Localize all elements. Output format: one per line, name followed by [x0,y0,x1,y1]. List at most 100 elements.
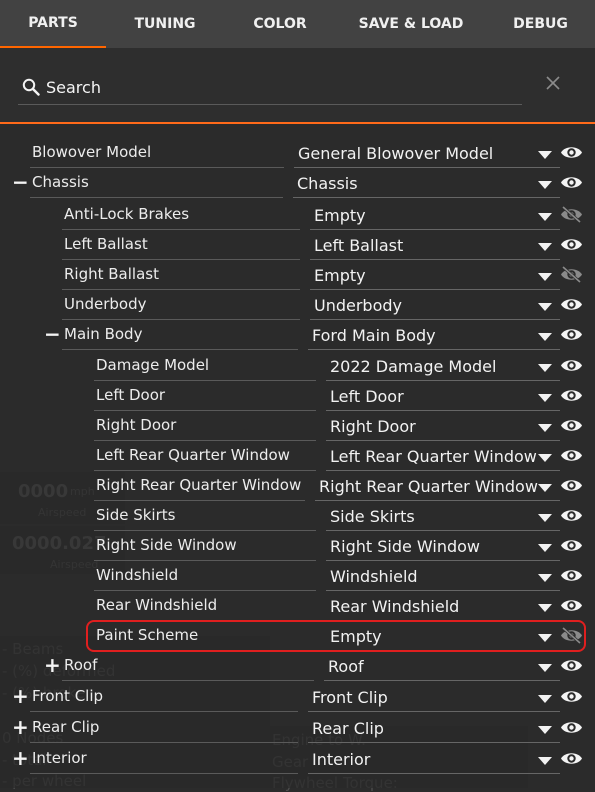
chevron-down-icon[interactable] [538,574,552,582]
eye-icon[interactable] [560,387,583,404]
chevron-down-icon[interactable] [538,213,552,221]
eye-icon[interactable] [560,688,583,705]
row-divider [62,680,314,681]
row-divider [62,349,298,350]
eye-icon[interactable] [560,597,583,614]
eye-icon[interactable] [560,144,583,161]
eye-icon[interactable] [560,326,583,343]
eye-icon[interactable] [560,567,583,584]
part-select[interactable]: Rear Clip [312,719,384,738]
chevron-down-icon[interactable] [538,424,552,432]
chevron-down-icon[interactable] [538,484,552,492]
select-underline [324,680,560,681]
chevron-down-icon[interactable] [538,544,552,552]
chevron-down-icon[interactable] [538,273,552,281]
eye-icon[interactable] [560,477,583,494]
eye-off-icon[interactable] [560,205,583,224]
part-select[interactable]: Right Door [330,417,416,436]
chevron-down-icon[interactable] [538,634,552,642]
chevron-down-icon[interactable] [538,303,552,311]
search-bar [0,48,595,124]
chevron-down-icon[interactable] [538,514,552,522]
part-select[interactable]: Side Skirts [330,507,415,526]
part-select[interactable]: Empty [314,206,366,225]
part-label: Right Rear Quarter Window [96,476,302,494]
part-select[interactable]: Right Side Window [330,537,480,556]
part-select[interactable]: Rear Windshield [330,597,459,616]
part-label: Rear Windshield [96,596,218,614]
part-label: Left Rear Quarter Window [96,446,290,464]
part-select[interactable]: Empty [330,627,382,646]
part-row: Paint Scheme Empty [0,621,595,651]
part-select[interactable]: Empty [314,266,366,285]
part-select[interactable]: Windshield [330,567,418,586]
part-select[interactable]: General Blowover Model [298,144,493,163]
part-select[interactable]: Chassis [297,174,358,193]
part-row: Damage Model 2022 Damage Model [0,351,595,381]
chevron-down-icon[interactable] [538,604,552,612]
eye-icon[interactable] [560,174,583,191]
chevron-down-icon[interactable] [538,695,552,703]
part-select[interactable]: Interior [312,750,370,769]
part-select[interactable]: Front Clip [312,688,388,707]
part-select[interactable]: Ford Main Body [312,326,436,345]
eye-off-icon[interactable] [560,626,583,645]
part-label: Anti-Lock Brakes [64,205,190,223]
search-input[interactable] [44,76,508,98]
part-select[interactable]: Underbody [314,296,402,315]
tab-color[interactable]: COLOR [224,0,336,48]
eye-icon[interactable] [560,657,583,674]
tab-save-load[interactable]: SAVE & LOAD [336,0,486,48]
part-row: − Main Body Ford Main Body [0,320,595,350]
eye-icon[interactable] [560,296,583,313]
expand-toggle[interactable]: + [12,684,29,708]
close-icon[interactable] [543,73,563,93]
eye-icon[interactable] [560,236,583,253]
part-select[interactable]: 2022 Damage Model [330,357,496,376]
part-label: Right Ballast [64,265,159,283]
part-row: Windshield Windshield [0,561,595,591]
tab-tuning[interactable]: TUNING [106,0,224,48]
chevron-down-icon[interactable] [538,364,552,372]
part-row: + Front Clip Front Clip [0,682,595,712]
part-select[interactable]: Left Door [330,387,404,406]
eye-icon[interactable] [560,507,583,524]
part-label: Blowover Model [32,143,152,161]
expand-toggle[interactable]: + [12,746,29,770]
eye-icon[interactable] [560,447,583,464]
expand-toggle[interactable]: + [12,715,29,739]
chevron-down-icon[interactable] [538,181,552,189]
part-select[interactable]: Left Rear Quarter Window [330,447,537,466]
eye-icon[interactable] [560,719,583,736]
chevron-down-icon[interactable] [538,664,552,672]
collapse-toggle[interactable]: − [44,322,61,346]
eye-icon[interactable] [560,537,583,554]
eye-icon[interactable] [560,750,583,767]
collapse-toggle[interactable]: − [12,170,29,194]
tab-debug[interactable]: DEBUG [486,0,595,48]
part-row: + Roof Roof [0,651,595,681]
eye-icon[interactable] [560,357,583,374]
part-row: Left Rear Quarter Window Left Rear Quarte… [0,441,595,471]
eye-icon[interactable] [560,417,583,434]
chevron-down-icon[interactable] [538,151,552,159]
part-row: Anti-Lock Brakes Empty [0,200,595,230]
row-divider [30,773,298,774]
part-label: Right Side Window [96,536,237,554]
part-select[interactable]: Roof [328,657,364,676]
row-divider [30,197,283,198]
part-label: Paint Scheme [96,626,199,644]
part-select[interactable]: Left Ballast [314,236,403,255]
part-row: Right Door Right Door [0,411,595,441]
part-select[interactable]: Right Rear Quarter Window [319,477,538,496]
chevron-down-icon[interactable] [538,454,552,462]
eye-off-icon[interactable] [560,265,583,284]
part-label: Front Clip [32,687,104,705]
expand-toggle[interactable]: + [44,653,61,677]
tab-parts[interactable]: PARTS [0,0,106,48]
chevron-down-icon[interactable] [538,726,552,734]
chevron-down-icon[interactable] [538,243,552,251]
chevron-down-icon[interactable] [538,757,552,765]
chevron-down-icon[interactable] [538,333,552,341]
chevron-down-icon[interactable] [538,394,552,402]
